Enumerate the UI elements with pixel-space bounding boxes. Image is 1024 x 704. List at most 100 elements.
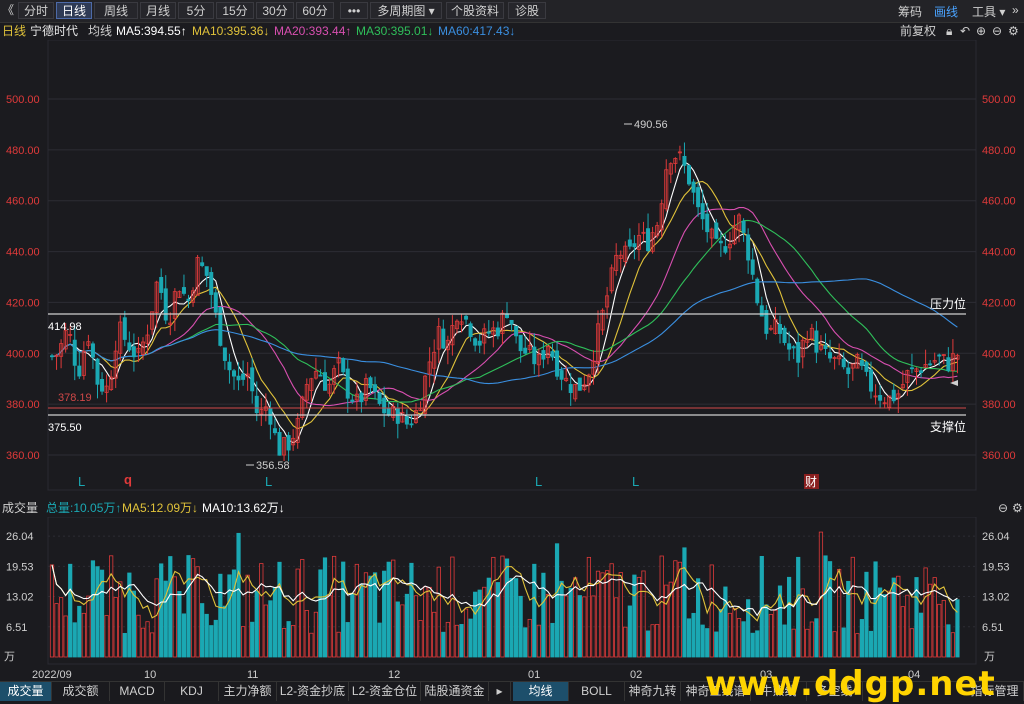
marker-earnings: 财 xyxy=(805,475,817,489)
candle-body xyxy=(159,276,164,293)
candle-body xyxy=(350,399,355,402)
volume-bar xyxy=(814,618,819,658)
volume-bar xyxy=(841,627,846,658)
back-button[interactable]: 《 xyxy=(0,2,16,19)
tab-daily[interactable]: 日线 xyxy=(56,2,92,19)
tab-l2-bottom[interactable]: L2-资金抄底 xyxy=(277,682,349,701)
ma-label[interactable]: 均线 xyxy=(88,22,112,40)
volume-bar xyxy=(859,619,865,658)
tab-5min[interactable]: 5分 xyxy=(178,2,214,19)
tab-30min[interactable]: 30分 xyxy=(256,2,294,19)
candle-body xyxy=(891,389,896,402)
tab-boll[interactable]: BOLL xyxy=(569,682,625,701)
volume-settings-icon[interactable]: ⚙ xyxy=(1012,499,1023,517)
zoom-out-icon[interactable]: ⊖ xyxy=(992,22,1002,40)
volume-bar xyxy=(541,572,546,658)
volume-chart[interactable]: 26.04 26.04 19.53 19.53 13.02 13.02 6.51 6.51 万… xyxy=(0,517,1024,681)
volume-bar xyxy=(177,591,182,658)
candle-body xyxy=(268,408,273,425)
volume-close-icon[interactable]: ⊖ xyxy=(998,499,1008,517)
volume-bar xyxy=(313,611,319,658)
volume-bar xyxy=(291,625,296,658)
tab-l2-position[interactable]: L2-资金仓位 xyxy=(349,682,421,701)
volume-bar xyxy=(782,624,787,658)
candle-body xyxy=(705,213,710,233)
candle-body xyxy=(386,407,391,416)
candle-body xyxy=(541,350,546,360)
adjust-mode[interactable]: 前复权 xyxy=(900,22,936,40)
price-tick-left: 460.00 xyxy=(6,196,40,208)
expand-icon[interactable]: » xyxy=(1012,3,1019,17)
volume-bar xyxy=(764,604,769,658)
volume-bar xyxy=(318,569,323,658)
candle-body xyxy=(277,431,282,456)
tab-60min[interactable]: 60分 xyxy=(296,2,334,19)
candle-body xyxy=(682,155,687,166)
support-resistance-lines xyxy=(48,313,966,416)
volume-bar xyxy=(700,624,705,658)
low-price-label: 356.58 xyxy=(256,460,290,472)
tab-td-nine[interactable]: 神奇九转 xyxy=(625,682,681,701)
tab-intraday[interactable]: 分时 xyxy=(18,2,54,19)
settings-icon[interactable]: ⚙ xyxy=(1008,22,1019,40)
price-tick-left: 360.00 xyxy=(6,450,40,462)
tools-dropdown[interactable]: 工具 ▾ xyxy=(972,3,1005,20)
tab-15min[interactable]: 15分 xyxy=(216,2,254,19)
volume-bar xyxy=(705,628,710,658)
tabs-scroll-right-icon[interactable]: ▸ xyxy=(489,682,511,701)
tab-northbound[interactable]: 陆股通资金 xyxy=(421,682,489,701)
draw-line-button[interactable]: 画线 xyxy=(934,3,958,20)
volume-bar xyxy=(559,580,564,658)
undo-icon[interactable]: ↶ xyxy=(960,22,970,40)
candle-body xyxy=(700,203,705,220)
volume-bar xyxy=(618,572,623,658)
more-periods-button[interactable]: ••• xyxy=(340,2,368,19)
volume-bar xyxy=(350,592,355,658)
volume-bar xyxy=(368,575,373,658)
volume-bar xyxy=(941,599,946,658)
tab-weekly[interactable]: 周线 xyxy=(94,2,138,19)
volume-bar xyxy=(95,566,100,658)
candle-body xyxy=(322,372,327,391)
candle-body xyxy=(204,266,209,276)
volume-bar xyxy=(909,628,915,658)
tab-turnover[interactable]: 成交额 xyxy=(52,682,110,701)
volume-tick-left: 19.53 xyxy=(6,561,34,573)
volume-bar xyxy=(714,631,719,658)
tab-ma[interactable]: 均线 xyxy=(513,682,569,701)
volume-bar xyxy=(864,571,869,658)
tab-monthly[interactable]: 月线 xyxy=(140,2,176,19)
volume-bar xyxy=(873,561,878,658)
volume-bar xyxy=(796,556,801,658)
support-label: 支撑位 xyxy=(930,419,966,434)
candle-body xyxy=(841,358,846,368)
volume-bar xyxy=(181,613,187,658)
volume-tick-left: 6.51 xyxy=(6,622,27,634)
candle-body xyxy=(696,187,701,208)
lock-icon[interactable]: 🔒︎ xyxy=(946,22,952,40)
volume-bar xyxy=(882,594,887,658)
candle-body xyxy=(559,370,564,380)
tab-macd[interactable]: MACD xyxy=(110,682,165,701)
price-chart[interactable]: 500.00 500.00 480.00 480.00 460.00 460.00 440.… xyxy=(0,40,1024,498)
tab-kdj[interactable]: KDJ xyxy=(165,682,219,701)
tab-main-net[interactable]: 主力净额 xyxy=(219,682,277,701)
zoom-in-icon[interactable]: ⊕ xyxy=(976,22,986,40)
volume-bar xyxy=(436,566,441,658)
stock-profile-button[interactable]: 个股资料 xyxy=(446,2,504,19)
candle-body xyxy=(254,395,259,414)
volume-bar xyxy=(787,576,792,658)
volume-bar xyxy=(259,563,264,658)
candle-body xyxy=(568,384,573,394)
volume-bar xyxy=(149,632,155,658)
chips-button[interactable]: 筹码 xyxy=(898,3,922,20)
ma30-line xyxy=(51,219,958,403)
volume-bar xyxy=(918,612,924,658)
candle-body xyxy=(395,407,400,424)
volume-bar xyxy=(331,555,337,658)
tab-volume[interactable]: 成交量 xyxy=(0,682,52,701)
candle-body xyxy=(286,435,291,451)
diagnose-button[interactable]: 诊股 xyxy=(508,2,546,19)
volume-bar xyxy=(236,532,241,658)
multi-period-dropdown[interactable]: 多周期图 ▾ xyxy=(370,2,442,19)
